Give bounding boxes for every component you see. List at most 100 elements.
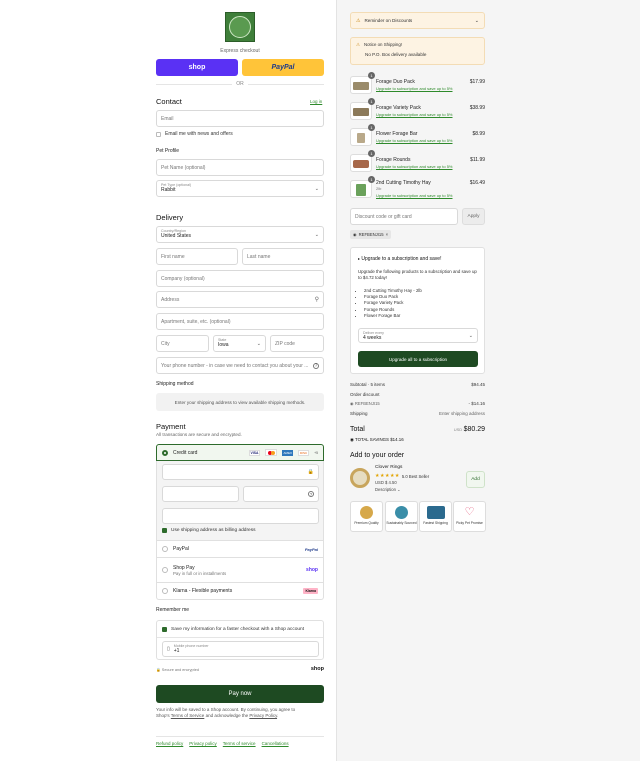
discount-code-input[interactable]: Discount code or gift card (350, 208, 458, 225)
deliver-every-select[interactable]: Deliver every 4 weeks ⌄ (358, 328, 478, 343)
klarna-radio[interactable] (162, 588, 168, 594)
rating-stars-icon: ★★★★★ (375, 473, 400, 479)
zip-input[interactable]: ZIP code (270, 335, 324, 352)
first-name-input[interactable]: First name (156, 248, 238, 265)
remember-divider (157, 637, 323, 638)
description-toggle[interactable]: Description ⌄ (375, 487, 401, 492)
warning-icon: ⚠ (356, 42, 360, 47)
pay-now-button[interactable]: Pay now (156, 685, 324, 703)
express-checkout-label: Express checkout (220, 48, 260, 54)
product-price: $16.49 (469, 180, 485, 186)
shoppay-radio[interactable] (162, 567, 168, 573)
privacy-link[interactable]: Privacy Policy (249, 713, 277, 718)
clover-rings-thumbnail (350, 468, 370, 488)
payment-subtitle: All transactions are secure and encrypte… (156, 432, 242, 437)
lock-icon: 🔒 (156, 667, 161, 672)
pet-name-input[interactable]: Pet Name (optional) (156, 159, 324, 176)
savings-value: $14.16 (390, 437, 404, 442)
tag-icon: ◉ (350, 437, 354, 442)
company-input[interactable]: Company (optional) (156, 270, 324, 287)
payment-title: Payment (156, 422, 186, 431)
add-product-button[interactable]: Add (466, 471, 485, 488)
refund-policy-link[interactable]: Refund policy (156, 741, 183, 746)
terms-of-service-link[interactable]: Terms of service (223, 741, 256, 746)
last-name-input[interactable]: Last name (242, 248, 324, 265)
credit-card-radio[interactable] (162, 449, 168, 456)
shipping-notice-banner: ⚠ Notice on Shipping! No P.O. Box deliver… (350, 37, 485, 65)
total-savings-row: ◉ TOTAL SAVINGS $14.16 (350, 437, 404, 443)
newsletter-checkbox[interactable] (156, 131, 161, 137)
rating-text: 5.0 Best Seller (401, 473, 430, 479)
shipping-note: Enter your shipping address to view avai… (174, 399, 306, 405)
total-label: Total (350, 426, 365, 433)
save-info-row[interactable]: Save my information for a faster checkou… (162, 624, 320, 634)
newsletter-checkbox-row[interactable]: Email me with news and offers (156, 131, 233, 137)
badge-premium-quality: Premium Quality (350, 501, 383, 532)
upsell-title: ▸ Upgrade to a subscription and save! (358, 256, 477, 262)
mobile-phone-input[interactable]: ▯ Mobile phone number +1 (162, 641, 319, 657)
help-circle-icon[interactable]: ? (313, 362, 319, 369)
chevron-down-icon: ⌄ (468, 333, 473, 339)
billing-same-checkbox[interactable] (162, 528, 167, 533)
paypal-radio[interactable] (162, 546, 168, 552)
city-input[interactable]: City (156, 335, 209, 352)
klarna-option[interactable]: Klarna - Flexible payments Klarna (156, 583, 324, 600)
product-subscribe-link[interactable]: Upgrade to subscription and save up to 5… (376, 193, 453, 198)
card-name-input[interactable] (162, 508, 319, 524)
help-circle-icon[interactable]: ? (308, 491, 314, 497)
pet-type-select[interactable]: Pet Type (optional) Rabbit ⌄ (156, 180, 324, 197)
close-icon[interactable]: × (386, 232, 388, 237)
country-select[interactable]: Country/Region United States ⌄ (156, 226, 324, 243)
cancellations-link[interactable]: Cancellations (262, 741, 289, 746)
discount-reminder-label: Reminder on Discounts (364, 18, 413, 23)
phone-placeholder: Your phone number - in case we need to c… (161, 362, 309, 369)
card-number-input[interactable]: 🔒 (162, 464, 319, 480)
state-select[interactable]: State Iowa ⌄ (213, 335, 266, 352)
apply-discount-button[interactable]: Apply (462, 208, 485, 225)
discount-reminder-banner[interactable]: ⚠ Reminder on Discounts ⌄ (350, 12, 485, 29)
phone-input[interactable]: Your phone number - in case we need to c… (156, 357, 324, 374)
pay-now-label: Pay now (228, 691, 252, 697)
product-name: Forage Duo Pack (376, 79, 415, 85)
product-thumbnail (350, 154, 372, 172)
product-subscribe-link[interactable]: Upgrade to subscription and save up to 5… (376, 112, 453, 117)
card-expiry-input[interactable] (162, 486, 239, 502)
shoppay-text: Shop Pay Pay in full or in installments (173, 565, 301, 576)
mobile-phone-text: Mobile phone number +1 (174, 644, 209, 654)
terms-link[interactable]: Terms of Service (171, 713, 205, 718)
store-logo[interactable] (225, 12, 255, 42)
paypal-express-button[interactable]: PayPal (242, 59, 324, 76)
product-subscribe-link[interactable]: Upgrade to subscription and save up to 5… (376, 164, 453, 169)
privacy-policy-link[interactable]: Privacy policy (189, 741, 217, 746)
legal-line2b: and acknowledge the (204, 713, 250, 719)
shoppay-option[interactable]: Shop Pay Pay in full or in installments … (156, 558, 324, 583)
card-fields-panel: 🔒 ? Use shipping address as billing addr… (156, 461, 324, 541)
upsell-product-list: 2nd Cutting Timothy Hay - 2lb Forage Duo… (364, 288, 477, 319)
applied-discount-tag[interactable]: ◉ REFBENJI15 × (350, 230, 392, 239)
add-to-order-title: Add to your order (350, 452, 405, 459)
paypal-logo-icon: PayPal (304, 546, 318, 552)
product-subscribe-link[interactable]: Upgrade to subscription and save up to 5… (376, 86, 453, 91)
secure-text: 🔒 Secure and encrypted (156, 667, 199, 672)
total-value-row: USD $80.29 (437, 426, 485, 433)
billing-same-row[interactable]: Use shipping address as billing address (162, 528, 256, 533)
product-name: Forage Variety Pack (376, 105, 421, 111)
tag-icon: ◉ (353, 232, 357, 237)
add-label: Add (471, 477, 480, 482)
email-input[interactable]: Email (156, 110, 324, 127)
mastercard-icon (265, 449, 278, 456)
login-link[interactable]: Log in (310, 99, 322, 104)
save-info-checkbox[interactable] (162, 626, 167, 632)
first-name-placeholder: First name (161, 253, 185, 260)
paypal-option[interactable]: PayPal PayPal (156, 541, 324, 558)
address-input[interactable]: Address ⚲ (156, 291, 324, 308)
discount-code-tag: REFBENJI15 (358, 232, 384, 237)
shop-pay-express-button[interactable]: shop (156, 59, 238, 76)
upgrade-button-label: Upgrade all to a subscription (388, 356, 448, 362)
apartment-input[interactable]: Apartment, suite, etc. (optional) (156, 313, 324, 330)
card-cvv-input[interactable]: ? (243, 486, 319, 502)
legal-text: Your info will be saved to a Shop accoun… (156, 707, 326, 720)
product-subscribe-link[interactable]: Upgrade to subscription and save up to 5… (376, 138, 453, 143)
credit-card-option[interactable]: Credit card VISA AMEX DISC +5 (156, 444, 324, 461)
upgrade-subscription-button[interactable]: Upgrade all to a subscription (358, 351, 478, 367)
